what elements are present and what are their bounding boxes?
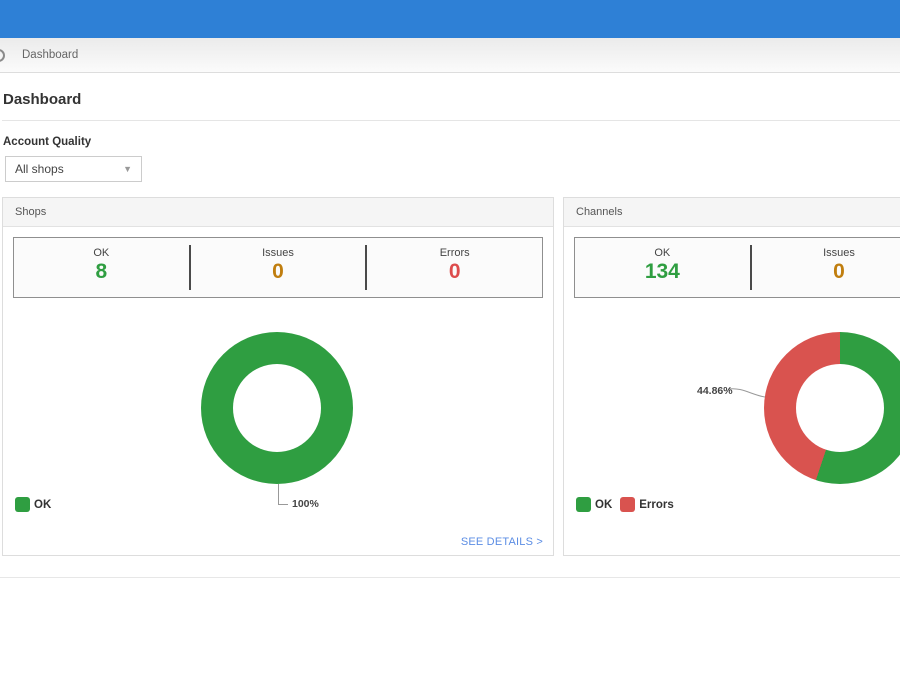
shops-stat-ok: OK 8 <box>14 238 189 297</box>
section-divider <box>0 577 900 578</box>
channels-stats-box: OK 134 Issues 0 <box>574 237 900 298</box>
chart-leader-line <box>728 384 768 402</box>
shops-chart-percent-label: 100% <box>292 498 319 510</box>
shops-stats-box: OK 8 Issues 0 Errors 0 <box>13 237 543 298</box>
shops-panel: Shops OK 8 Issues 0 Errors 0 <box>2 197 554 556</box>
shops-see-details-link[interactable]: SEE DETAILS > <box>461 536 543 548</box>
legend-item-ok[interactable]: OK <box>15 497 51 512</box>
donut-hole <box>233 364 321 452</box>
channels-donut-chart[interactable] <box>764 332 900 484</box>
page-title: Dashboard <box>3 91 900 108</box>
channels-stat-issues: Issues 0 <box>752 238 900 297</box>
shops-ok-count: 8 <box>14 260 189 284</box>
shops-stat-errors: Errors 0 <box>367 238 542 297</box>
shops-issues-count: 0 <box>191 260 366 284</box>
channels-legend: OK Errors <box>576 497 674 512</box>
shop-filter-selected-value: All shops <box>15 162 123 176</box>
channels-chart-percent-label: 44.86% <box>697 385 733 397</box>
legend-item-errors[interactable]: Errors <box>620 497 674 512</box>
home-icon[interactable] <box>0 49 5 62</box>
title-divider <box>2 120 900 121</box>
ok-swatch-icon <box>576 497 591 512</box>
channels-panel: Channels OK 134 Issues 0 44.8 <box>563 197 900 556</box>
account-quality-label: Account Quality <box>3 136 900 148</box>
shops-panel-title: Shops <box>3 198 553 227</box>
dashboard-panels: Shops OK 8 Issues 0 Errors 0 <box>2 197 900 556</box>
breadcrumb: Dashboard <box>0 38 900 73</box>
channels-stat-ok: OK 134 <box>575 238 750 297</box>
shop-filter-select[interactable]: All shops ▼ <box>5 156 142 182</box>
shops-stat-issues: Issues 0 <box>191 238 366 297</box>
top-nav-bar <box>0 0 900 38</box>
shops-donut-chart[interactable] <box>201 332 353 484</box>
channels-ok-count: 134 <box>575 260 750 284</box>
chart-leader-line <box>278 484 288 505</box>
shops-errors-count: 0 <box>367 260 542 284</box>
channels-issues-count: 0 <box>752 260 900 284</box>
errors-swatch-icon <box>620 497 635 512</box>
donut-hole <box>796 364 884 452</box>
chevron-down-icon: ▼ <box>123 164 132 174</box>
legend-item-ok[interactable]: OK <box>576 497 612 512</box>
breadcrumb-item-dashboard[interactable]: Dashboard <box>22 49 78 61</box>
channels-panel-title: Channels <box>564 198 900 227</box>
ok-swatch-icon <box>15 497 30 512</box>
shops-legend: OK <box>15 497 51 512</box>
